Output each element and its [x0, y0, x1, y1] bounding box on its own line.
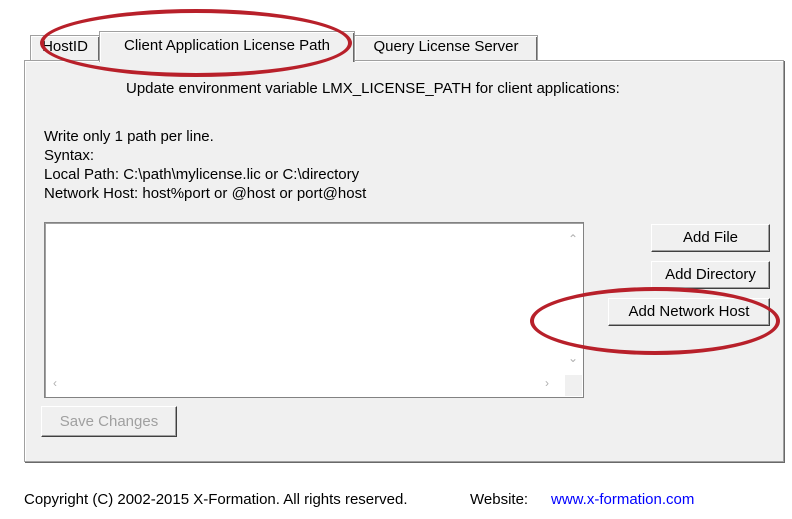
scroll-down-arrow-icon[interactable]: ⌄ [568, 351, 578, 365]
tab-label: Query License Server [373, 38, 519, 55]
add-directory-button[interactable]: Add Directory [651, 261, 770, 289]
tab-label: Client Application License Path [124, 37, 330, 54]
scroll-up-arrow-icon[interactable]: ⌃ [568, 232, 578, 246]
scroll-left-arrow-icon[interactable]: ‹ [53, 376, 57, 390]
tab-client-application-license-path[interactable]: Client Application License Path [99, 31, 355, 62]
website-link[interactable]: www.x-formation.com [551, 490, 694, 509]
instruction-line: Write only 1 path per line. [44, 128, 214, 145]
license-path-textarea[interactable]: ⌃ ⌄ ‹ › [44, 222, 584, 398]
add-network-host-button[interactable]: Add Network Host [608, 298, 770, 326]
instruction-line: Network Host: host%port or @host or port… [44, 185, 367, 202]
scrollbar-corner [565, 375, 582, 396]
tab-query-license-server[interactable]: Query License Server [354, 35, 538, 61]
copyright-text: Copyright (C) 2002-2015 X-Formation. All… [24, 491, 408, 508]
website-label: Website: [470, 491, 529, 508]
instruction-line: Local Path: C:\path\mylicense.lic or C:\… [44, 166, 360, 183]
save-changes-button[interactable]: Save Changes [41, 406, 177, 437]
panel-heading: Update environment variable LMX_LICENSE_… [126, 80, 620, 97]
add-file-button[interactable]: Add File [651, 224, 770, 252]
instruction-line: Syntax: [44, 147, 95, 164]
tab-label: HostID [42, 38, 88, 55]
tab-hostid[interactable]: HostID [30, 35, 100, 61]
scroll-right-arrow-icon[interactable]: › [545, 376, 549, 390]
